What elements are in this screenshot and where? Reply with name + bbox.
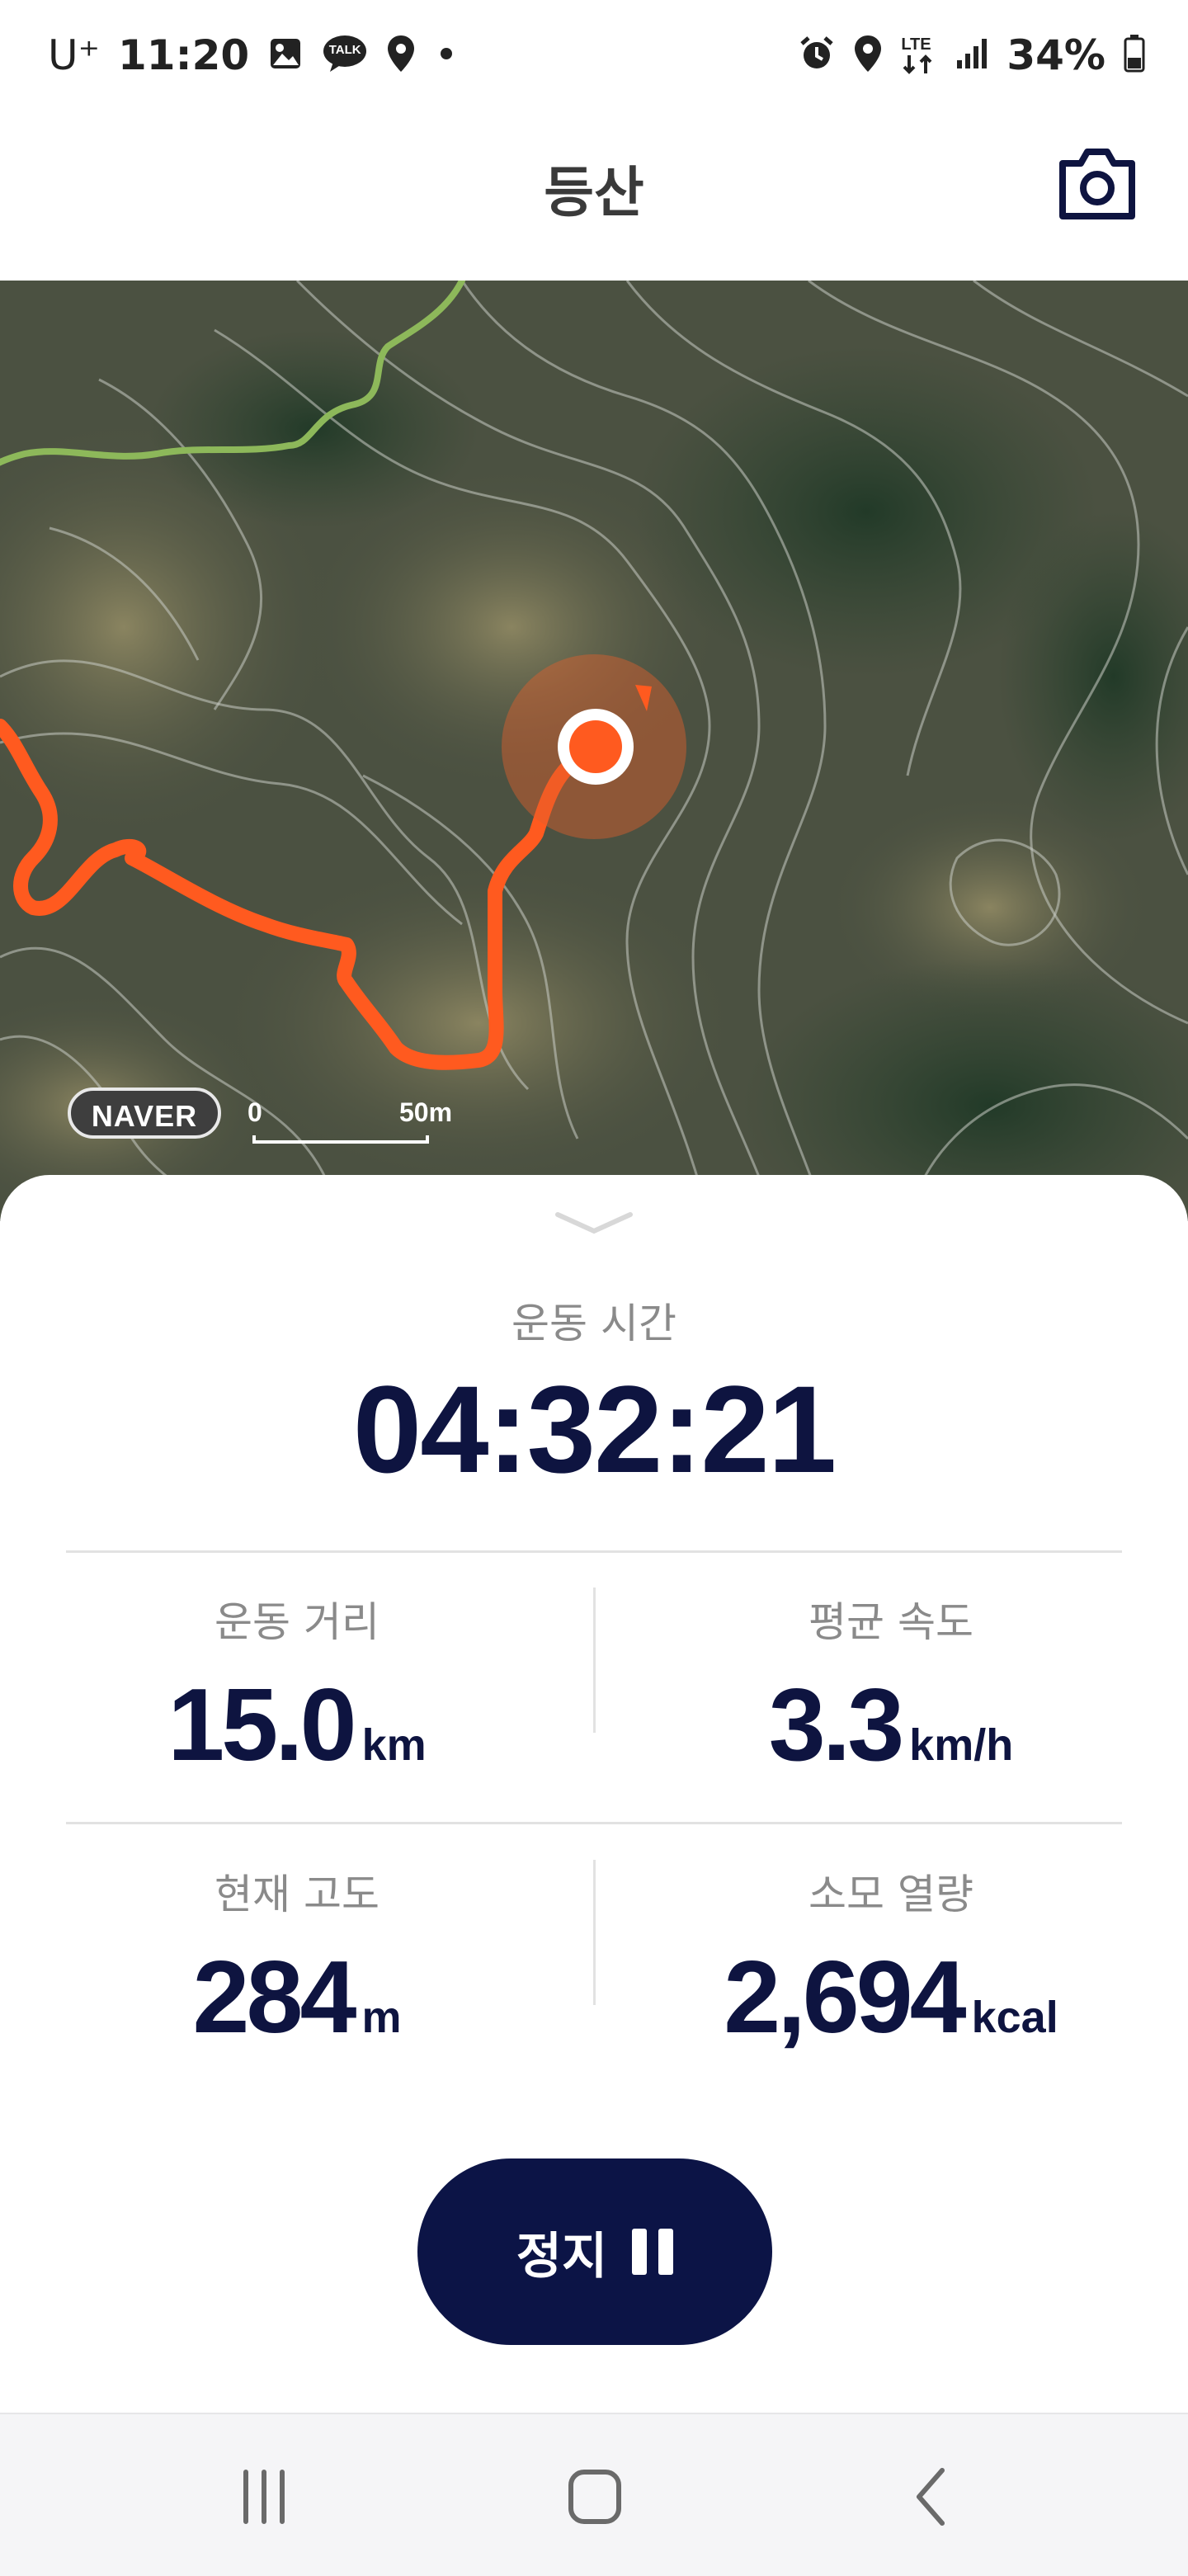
status-left: U⁺ 11:20 TALK xyxy=(48,31,459,79)
kakaotalk-icon: TALK xyxy=(322,34,368,78)
home-icon xyxy=(568,2470,621,2524)
stat-label: 현재 고도 xyxy=(214,1871,380,1918)
satellite-map xyxy=(0,281,1188,1221)
vertical-divider xyxy=(593,1588,596,1733)
naver-logo: NAVER xyxy=(68,1087,221,1139)
stat-label: 소모 열량 xyxy=(808,1871,974,1918)
scale-start-label: 0 xyxy=(248,1097,262,1127)
stat-unit: kcal xyxy=(971,1993,1058,2042)
camera-button[interactable] xyxy=(1056,147,1138,221)
pause-icon xyxy=(632,2229,674,2275)
route-map[interactable]: NAVER 0 50m xyxy=(0,281,1188,1221)
workout-time-label: 운동 시간 xyxy=(512,1300,676,1347)
vertical-divider xyxy=(593,1860,596,2005)
home-button[interactable] xyxy=(553,2464,635,2530)
stop-button[interactable]: 정지 xyxy=(417,2158,772,2345)
stat-unit: m xyxy=(361,1993,402,2042)
carrier-label: U⁺ xyxy=(48,31,100,79)
clock: 11:20 xyxy=(118,31,250,79)
stat-value: 2,694 xyxy=(724,1941,966,2055)
map-scale-bar xyxy=(252,1135,429,1144)
divider xyxy=(66,1822,1122,1824)
scale-end-label: 50m xyxy=(399,1097,453,1127)
workout-time-value: 04:32:21 xyxy=(352,1360,837,1498)
back-button[interactable] xyxy=(891,2464,974,2530)
back-icon xyxy=(917,2468,945,2526)
location-icon xyxy=(853,34,883,78)
lte-icon: LTE xyxy=(901,35,937,75)
kakao-badge-label: TALK xyxy=(328,42,361,57)
stat-value: 3.3 xyxy=(768,1668,904,1782)
system-nav-bar xyxy=(0,2413,1188,2576)
battery-icon xyxy=(1124,34,1145,77)
stat-calories: 소모 열량 2,694 kcal xyxy=(627,1861,1155,2056)
stat-label: 운동 거리 xyxy=(214,1598,380,1646)
page-title: 등산 xyxy=(544,161,644,224)
stat-value: 284 xyxy=(192,1941,357,2055)
stat-label: 평균 속도 xyxy=(808,1598,974,1646)
stat-distance: 운동 거리 15.0 km xyxy=(33,1589,561,1784)
stat-unit: km xyxy=(361,1720,427,1770)
battery-percent: 34% xyxy=(1006,31,1106,79)
stat-value: 15.0 xyxy=(167,1668,356,1782)
app-header: 등산 xyxy=(0,116,1188,281)
signal-icon xyxy=(955,37,988,74)
dot-icon xyxy=(434,45,459,66)
recent-apps-icon xyxy=(243,2470,285,2524)
lte-label: LTE xyxy=(901,35,931,54)
status-bar: U⁺ 11:20 TALK LTE 34% xyxy=(0,0,1188,116)
status-right: LTE 34% xyxy=(799,31,1145,79)
divider xyxy=(66,1550,1122,1553)
chevron-down-icon xyxy=(555,1212,633,1234)
workout-sheet: 운동 시간 04:32:21 운동 거리 15.0 km 평균 속도 3.3 k… xyxy=(0,1175,1188,2413)
alarm-icon xyxy=(799,35,835,76)
stat-unit: km/h xyxy=(909,1720,1014,1770)
stat-average-speed: 평균 속도 3.3 km/h xyxy=(627,1589,1155,1784)
stop-button-label: 정지 xyxy=(516,2227,608,2286)
camera-icon xyxy=(1059,149,1135,219)
stat-altitude: 현재 고도 284 m xyxy=(33,1861,561,2056)
location-icon xyxy=(386,34,416,78)
sheet-collapse-handle[interactable] xyxy=(553,1208,635,1238)
gallery-icon xyxy=(267,35,304,76)
recent-apps-button[interactable] xyxy=(223,2464,305,2530)
